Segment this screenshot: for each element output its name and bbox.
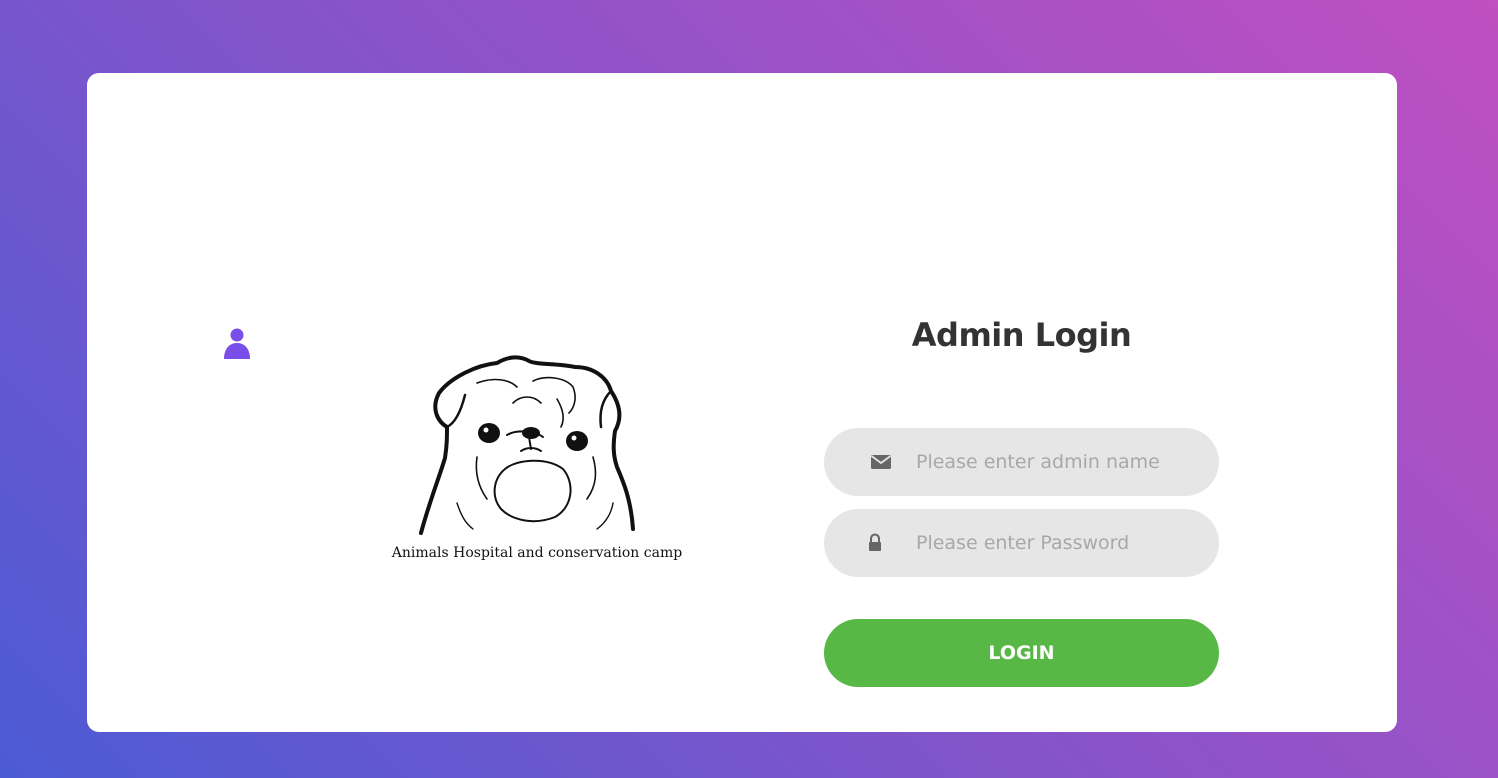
pug-logo-icon [419,355,635,535]
page-title: Admin Login [911,316,1132,354]
admin-name-field[interactable] [824,428,1219,496]
password-input[interactable] [916,509,1181,577]
logo-caption: Animals Hospital and conservation camp [391,545,683,561]
admin-name-input[interactable] [916,428,1181,496]
login-button[interactable]: LOGIN [824,619,1219,687]
envelope-icon [870,455,892,469]
lock-icon [869,533,881,551]
hospital-logo: Animals Hospital and conservation camp [387,353,687,568]
user-silhouette-icon [224,328,250,359]
login-card: Animals Hospital and conservation camp A… [87,73,1397,732]
password-field[interactable] [824,509,1219,577]
